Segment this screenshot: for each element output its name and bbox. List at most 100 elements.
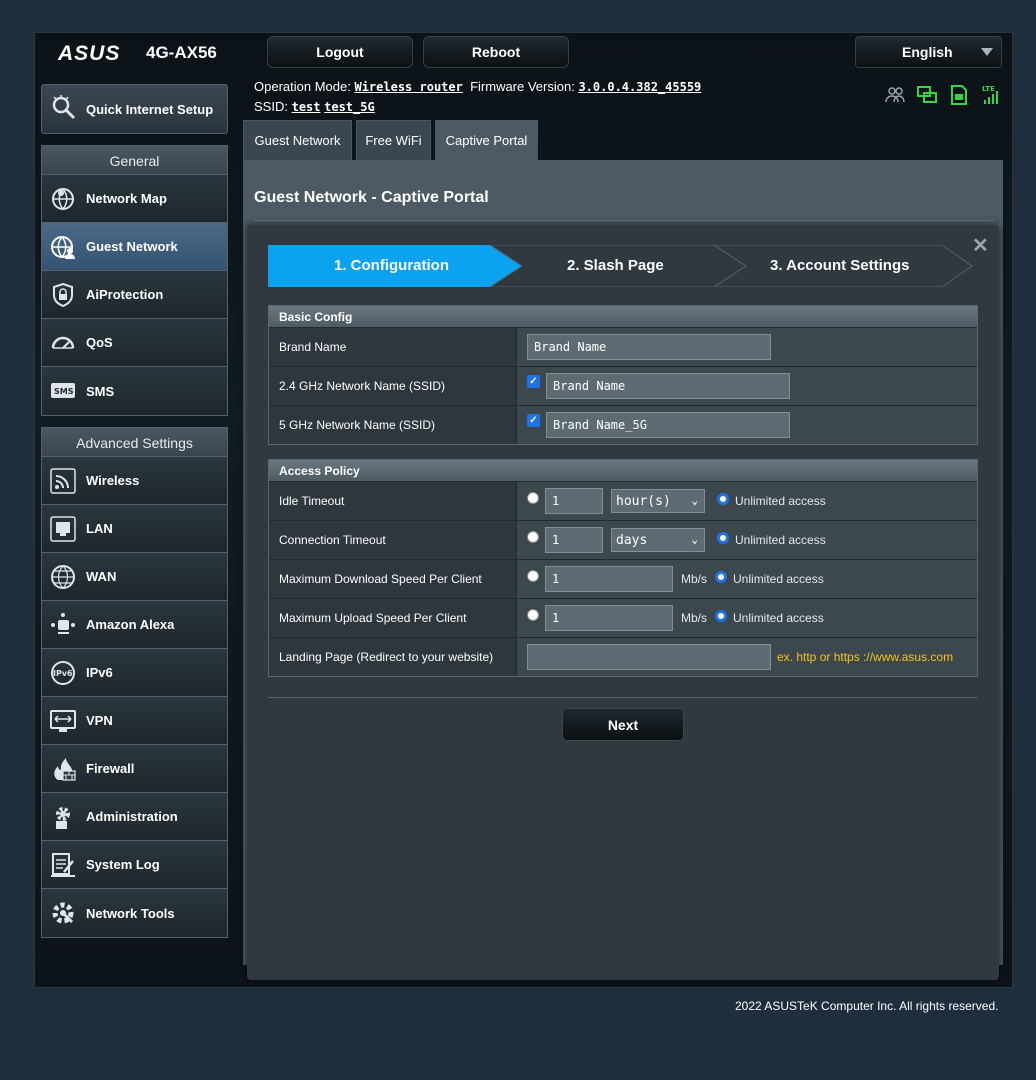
general-header: General xyxy=(41,145,228,175)
download-speed-label: Maximum Download Speed Per Client xyxy=(269,560,517,598)
network-status-icon[interactable] xyxy=(916,84,938,106)
idle-timeout-radio[interactable] xyxy=(527,492,539,504)
landing-page-hint: ex. http or https ://www.asus.com xyxy=(777,650,954,664)
status-icons: LTE xyxy=(884,84,1002,106)
op-mode-link[interactable]: Wireless router xyxy=(354,80,462,94)
upload-speed-radio[interactable] xyxy=(527,609,539,621)
ssid5-input[interactable]: Brand Name_5G xyxy=(546,412,790,438)
landing-page-input[interactable] xyxy=(527,644,771,670)
lan-icon xyxy=(49,515,77,543)
tab-free-wifi[interactable]: Free WiFi xyxy=(356,120,431,160)
connection-timeout-radio[interactable] xyxy=(527,531,539,543)
connection-unlimited-label: Unlimited access xyxy=(735,533,826,547)
tab-guest-network[interactable]: Guest Network xyxy=(243,120,352,160)
access-policy-section: Access Policy Idle Timeout 1 hour(s) ⌄ U… xyxy=(268,459,978,677)
download-speed-unit: Mb/s xyxy=(681,572,708,586)
svg-text:IPv6: IPv6 xyxy=(53,669,73,678)
sidebar-item-qos[interactable]: QoS xyxy=(42,319,227,367)
connection-unlimited-option[interactable]: Unlimited access xyxy=(717,532,826,547)
ssid5-checkbox[interactable]: ✓ xyxy=(527,413,540,427)
sidebar-item-label: Network Map xyxy=(86,191,167,206)
sidebar-item-lan[interactable]: LAN xyxy=(42,505,227,553)
connection-timeout-input[interactable]: 1 xyxy=(545,527,603,553)
sidebar-item-network-tools[interactable]: Network Tools xyxy=(42,889,227,937)
globe-icon xyxy=(49,563,77,591)
connection-timeout-unit-select[interactable]: days ⌄ xyxy=(611,528,705,552)
brand-name-label: Brand Name xyxy=(269,328,517,366)
upload-speed-value-cell: 1 Mb/s Unlimited access xyxy=(517,599,977,637)
sidebar-item-label: LAN xyxy=(86,521,113,536)
idle-timeout-input[interactable]: 1 xyxy=(545,488,603,514)
general-menu: Network Map Guest Network AiProtection Q… xyxy=(41,174,228,416)
upload-speed-label: Maximum Upload Speed Per Client xyxy=(269,599,517,637)
logout-button[interactable]: Logout xyxy=(267,36,413,68)
lte-signal-icon[interactable]: LTE xyxy=(980,84,1002,106)
log-icon xyxy=(49,851,77,879)
language-select[interactable]: English xyxy=(855,36,1002,68)
download-speed-value-cell: 1 Mb/s Unlimited access xyxy=(517,560,977,598)
upload-unlimited-radio[interactable] xyxy=(715,610,728,622)
brand-name-value-cell: Brand Name xyxy=(517,328,977,366)
firewall-icon xyxy=(49,755,77,783)
quick-internet-setup-button[interactable]: Quick Internet Setup xyxy=(41,84,228,134)
next-button[interactable]: Next xyxy=(562,708,684,741)
download-unlimited-option[interactable]: Unlimited access xyxy=(715,571,824,586)
download-speed-radio[interactable] xyxy=(527,570,539,582)
actions-divider xyxy=(268,697,978,698)
asus-logo: ASUS xyxy=(58,42,121,65)
sidebar-item-ipv6[interactable]: IPv6 IPv6 xyxy=(42,649,227,697)
idle-timeout-unit-select[interactable]: hour(s) ⌄ xyxy=(611,489,705,513)
connection-unlimited-radio[interactable] xyxy=(717,532,729,544)
network-map-icon xyxy=(49,185,77,213)
svg-text:LTE: LTE xyxy=(982,85,995,93)
sidebar-item-label: Network Tools xyxy=(86,905,175,921)
ssid24-checkbox[interactable]: ✓ xyxy=(527,374,540,388)
ssid-link-24[interactable]: test xyxy=(292,100,321,114)
tab-captive-portal[interactable]: Captive Portal xyxy=(435,120,538,160)
sidebar-item-vpn[interactable]: VPN xyxy=(42,697,227,745)
sidebar-item-administration[interactable]: Administration xyxy=(42,793,227,841)
vpn-icon xyxy=(49,707,77,735)
ssid5-value-cell: ✓ Brand Name_5G xyxy=(517,406,977,444)
sim-icon[interactable] xyxy=(948,84,970,106)
chevron-down-icon: ⌄ xyxy=(691,533,698,546)
sidebar-item-aiprotection[interactable]: AiProtection xyxy=(42,271,227,319)
sidebar-item-label: Wireless xyxy=(86,473,140,488)
sidebar-item-system-log[interactable]: System Log xyxy=(42,841,227,889)
sidebar-item-network-map[interactable]: Network Map xyxy=(42,175,227,223)
idle-unlimited-option[interactable]: Unlimited access xyxy=(717,493,826,508)
sidebar-item-guest-network[interactable]: Guest Network xyxy=(42,223,227,271)
sidebar-item-label: Firewall xyxy=(86,761,135,776)
close-icon[interactable]: ✕ xyxy=(972,233,989,258)
download-speed-input[interactable]: 1 xyxy=(545,566,673,592)
upload-speed-unit: Mb/s xyxy=(681,611,708,625)
firmware-link[interactable]: 3.0.0.4.382_45559 xyxy=(578,80,701,94)
language-value: English xyxy=(902,44,953,60)
upload-speed-input[interactable]: 1 xyxy=(545,605,673,631)
sidebar-item-wireless[interactable]: Wireless xyxy=(42,457,227,505)
quick-setup-label: Quick Internet Setup xyxy=(86,101,214,117)
idle-timeout-row: Idle Timeout 1 hour(s) ⌄ Unlimited acces… xyxy=(269,481,977,520)
ssid24-input[interactable]: Brand Name xyxy=(546,373,790,399)
sidebar-item-sms[interactable]: SMS SMS xyxy=(42,367,227,415)
brand-name-input[interactable]: Brand Name xyxy=(527,334,771,360)
clients-icon[interactable] xyxy=(884,84,906,106)
wizard-step-account-settings[interactable]: 3. Account Settings xyxy=(770,257,909,274)
advanced-menu: Wireless LAN WAN Amazon Alexa IPv6 IPv6 … xyxy=(41,456,228,938)
sidebar-item-amazon-alexa[interactable]: Amazon Alexa xyxy=(42,601,227,649)
ssid-label: SSID: xyxy=(254,99,288,114)
sidebar-item-label: VPN xyxy=(86,713,113,728)
wizard-step-configuration[interactable]: 1. Configuration xyxy=(334,257,449,274)
wizard-step-slash-page[interactable]: 2. Slash Page xyxy=(567,257,664,274)
idle-unlimited-radio[interactable] xyxy=(717,493,729,505)
advanced-header: Advanced Settings xyxy=(41,427,228,457)
sidebar-item-wan[interactable]: WAN xyxy=(42,553,227,601)
ssid24-label: 2.4 GHz Network Name (SSID) xyxy=(269,367,517,405)
sidebar-item-label: IPv6 xyxy=(86,665,113,680)
sidebar-item-firewall[interactable]: Firewall xyxy=(42,745,227,793)
ssid-link-5[interactable]: test_5G xyxy=(324,100,375,114)
download-unlimited-radio[interactable] xyxy=(715,571,728,583)
reboot-button[interactable]: Reboot xyxy=(423,36,569,68)
upload-unlimited-option[interactable]: Unlimited access xyxy=(715,610,824,625)
copyright-footer: 2022 ASUSTeK Computer Inc. All rights re… xyxy=(735,999,999,1013)
